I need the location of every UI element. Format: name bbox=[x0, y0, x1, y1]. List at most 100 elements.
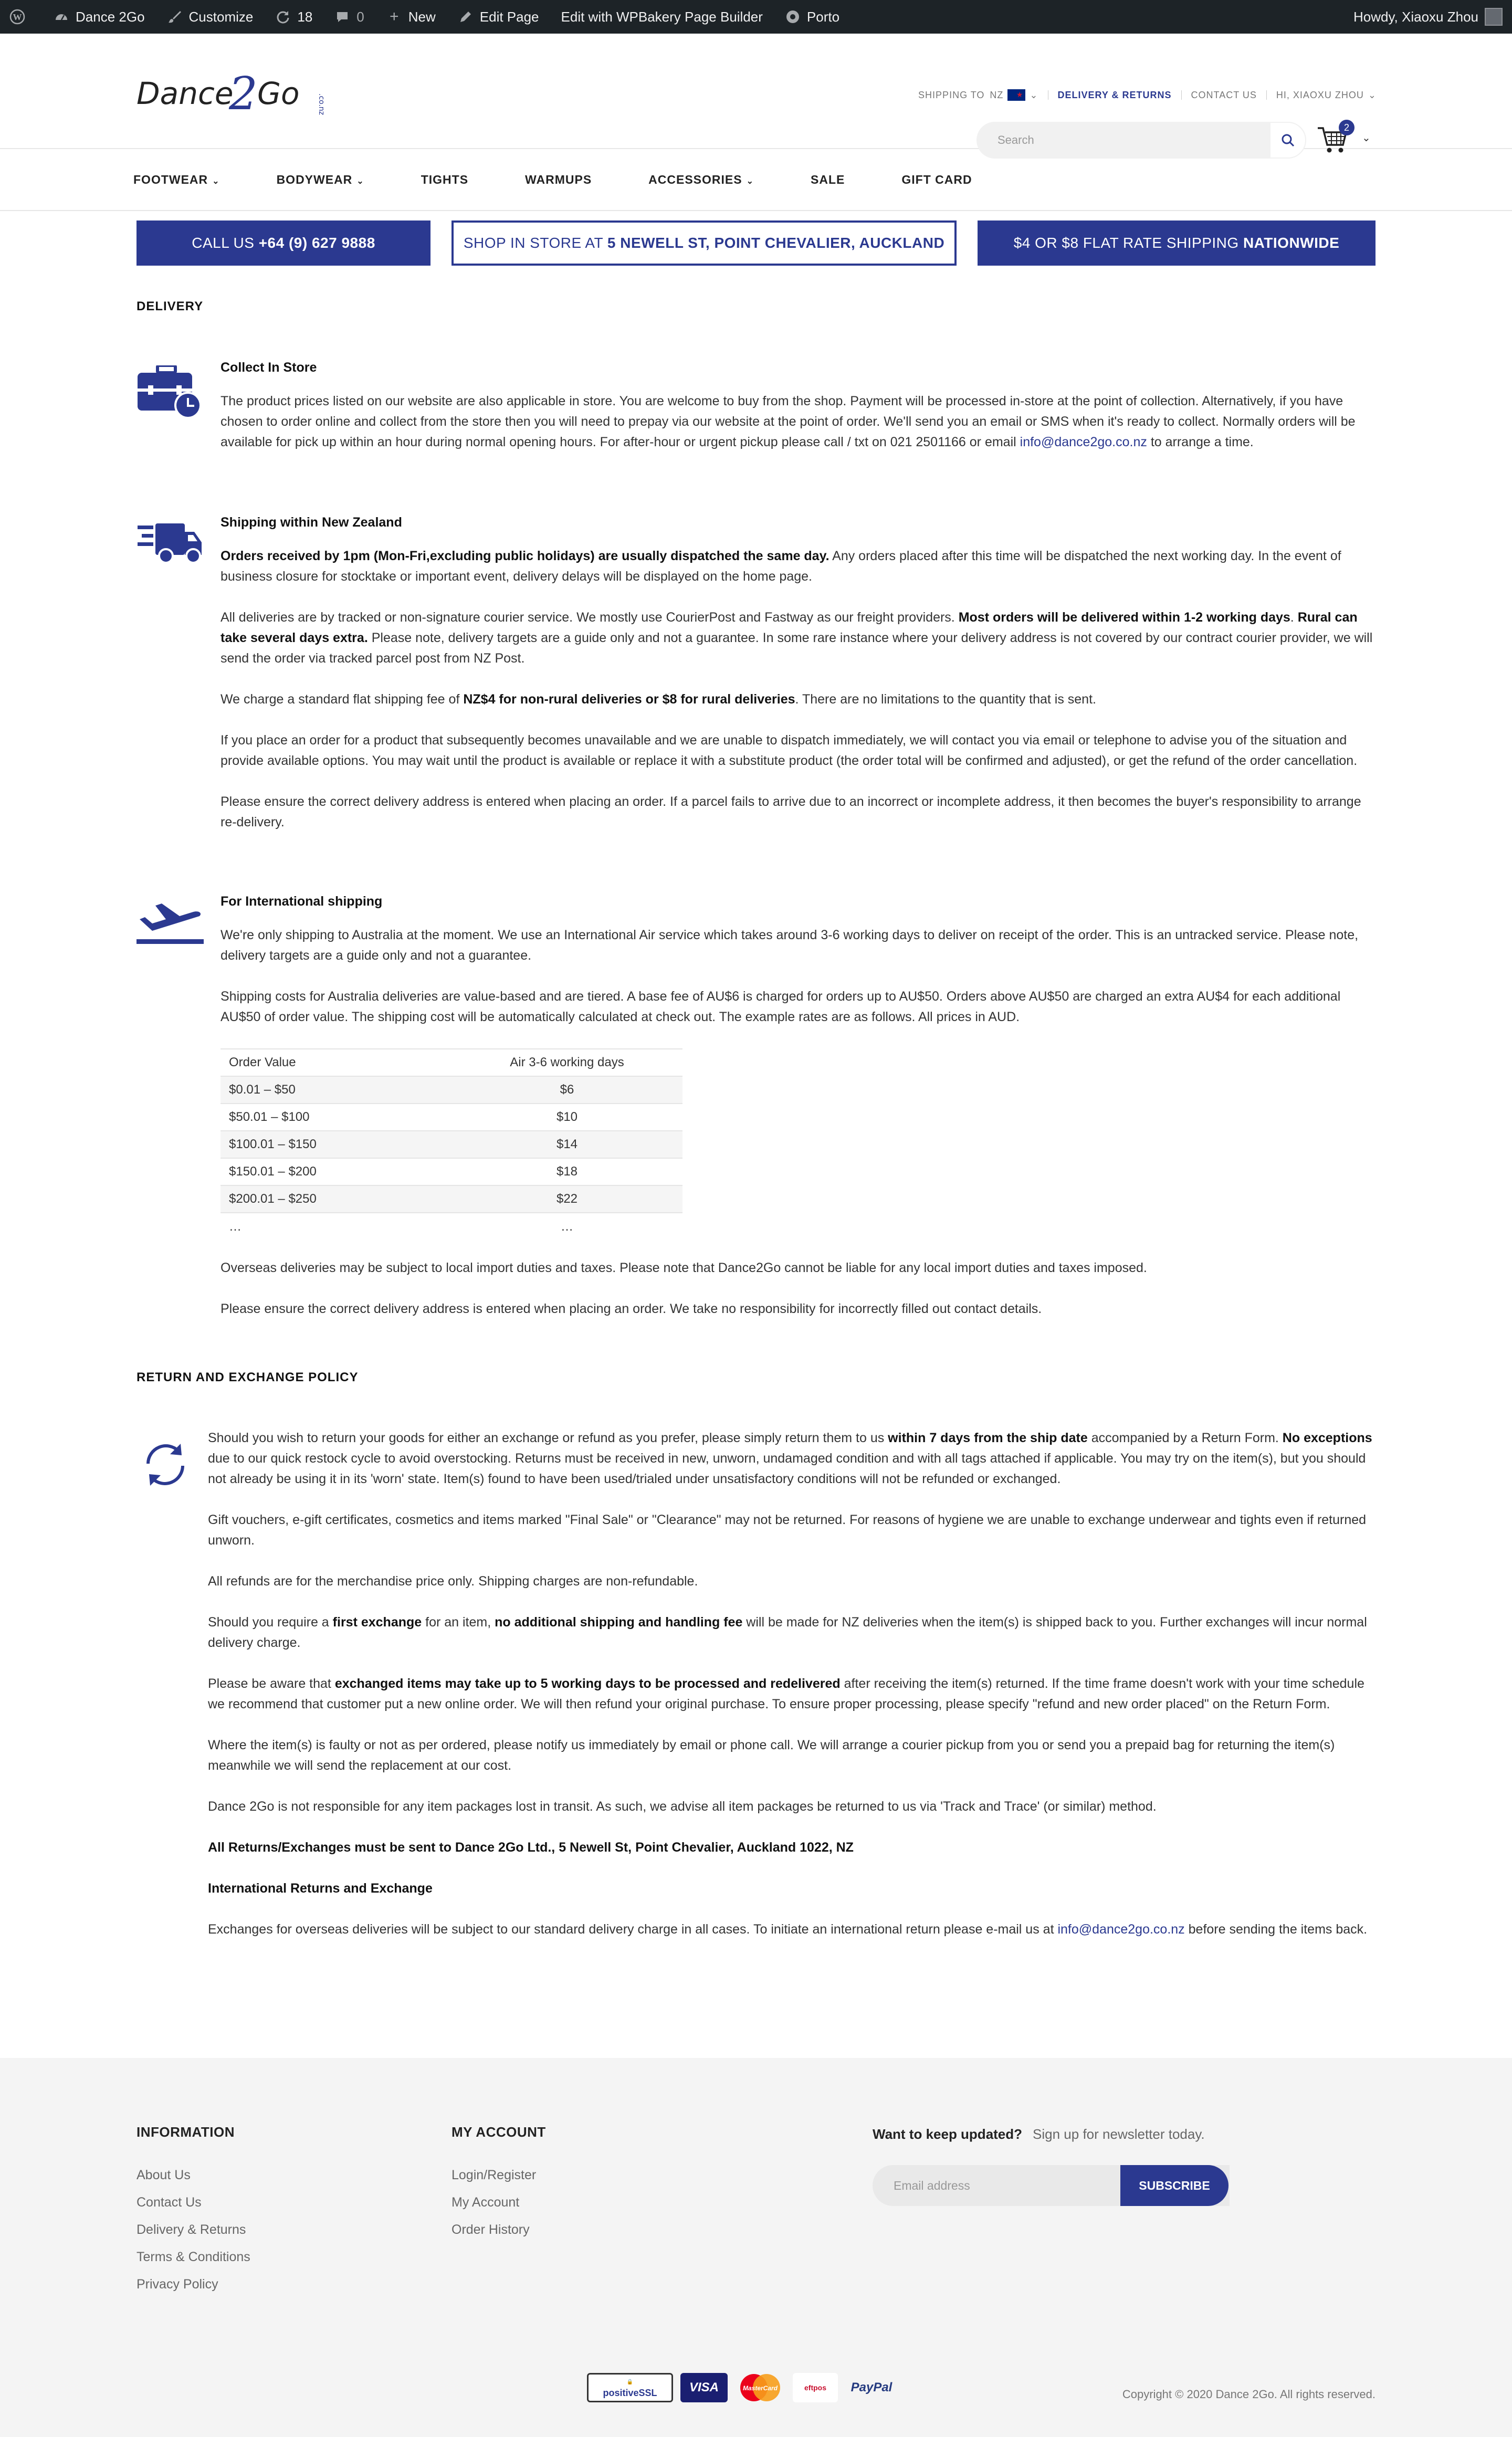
search-button[interactable] bbox=[1269, 122, 1306, 159]
footer-information: INFORMATION About Us Contact Us Delivery… bbox=[136, 2124, 250, 2298]
edit-page-link[interactable]: Edit Page bbox=[458, 9, 539, 25]
nav-warmups[interactable]: WARMUPS bbox=[525, 173, 592, 187]
nav-bodywear[interactable]: BODYWEAR ⌄ bbox=[277, 173, 364, 187]
svg-text:W: W bbox=[13, 12, 22, 22]
positivessl-badge: 🔒 positiveSSL bbox=[587, 2373, 673, 2402]
chevron-down-icon: ⌄ bbox=[1368, 89, 1377, 100]
refresh-icon bbox=[136, 1435, 205, 1493]
nz-p3: We charge a standard flat shipping fee o… bbox=[220, 689, 1376, 710]
table-cell: … bbox=[220, 1212, 452, 1240]
footer-link[interactable]: About Us bbox=[136, 2161, 250, 2189]
comments-count: 0 bbox=[356, 8, 364, 25]
returns-p9-b: before sending the items back. bbox=[1184, 1922, 1368, 1937]
nz-p2-a: All deliveries are by tracked or non-sig… bbox=[220, 610, 959, 625]
returns-p4-a: Should you require a bbox=[208, 1615, 333, 1630]
returns-p1: Should you wish to return your goods for… bbox=[208, 1428, 1376, 1489]
country-code: NZ bbox=[990, 89, 1004, 100]
nz-p2: All deliveries are by tracked or non-sig… bbox=[220, 607, 1376, 669]
footer-heading: MY ACCOUNT bbox=[452, 2124, 546, 2140]
returns-p1-c: accompanied by a Return Form. bbox=[1087, 1431, 1283, 1445]
site-header: Dance 2 Go .co.nz SHIPPING TO NZ ⌄ DELIV… bbox=[0, 34, 1512, 159]
table-cell: … bbox=[452, 1212, 682, 1240]
cart-button[interactable]: 2 ⌄ bbox=[1317, 120, 1371, 159]
delivery-heading: DELIVERY bbox=[136, 299, 204, 313]
nz-p1: Orders received by 1pm (Mon-Fri,excludin… bbox=[220, 546, 1376, 587]
nav-accessories[interactable]: ACCESSORIES ⌄ bbox=[648, 173, 754, 187]
search-icon bbox=[1282, 134, 1295, 147]
returns-p9: Exchanges for overseas deliveries will b… bbox=[208, 1919, 1376, 1940]
updates-link[interactable]: 18 bbox=[275, 9, 312, 25]
delivery-truck-icon bbox=[136, 521, 205, 579]
cart-count-badge: 2 bbox=[1339, 120, 1354, 135]
footer-link[interactable]: My Account bbox=[452, 2189, 546, 2216]
site-logo[interactable]: Dance 2 Go .co.nz bbox=[135, 68, 330, 121]
svg-text:.co.nz: .co.nz bbox=[317, 93, 326, 115]
contact-us-link[interactable]: CONTACT US bbox=[1191, 90, 1257, 101]
shop-label: SHOP IN STORE AT bbox=[463, 235, 607, 251]
shop-in-store-banner[interactable]: SHOP IN STORE AT 5 NEWELL ST, POINT CHEV… bbox=[452, 220, 957, 266]
nz-p2-c: . bbox=[1290, 610, 1298, 625]
nav-label: TIGHTS bbox=[421, 172, 469, 186]
footer-link[interactable]: Contact Us bbox=[136, 2189, 250, 2216]
new-content-link[interactable]: + New bbox=[386, 8, 436, 25]
table-header: Air 3-6 working days bbox=[452, 1048, 682, 1076]
returns-p9-a: Exchanges for overseas deliveries will b… bbox=[208, 1922, 1058, 1937]
call-us-banner[interactable]: CALL US +64 (9) 627 9888 bbox=[136, 220, 430, 266]
nz-p1-bold: Orders received by 1pm (Mon-Fri,excludin… bbox=[220, 549, 830, 563]
nav-label: ACCESSORIES bbox=[648, 172, 742, 186]
intl-title: For International shipping bbox=[220, 894, 383, 909]
subscribe-button[interactable]: SUBSCRIBE bbox=[1120, 2165, 1228, 2206]
email-link[interactable]: info@dance2go.co.nz bbox=[1020, 435, 1147, 449]
wordpress-menu[interactable]: W bbox=[9, 9, 32, 25]
table-cell: $100.01 – $150 bbox=[220, 1130, 452, 1158]
email-link[interactable]: info@dance2go.co.nz bbox=[1057, 1922, 1184, 1937]
nav-gift-card[interactable]: GIFT CARD bbox=[901, 173, 972, 187]
rates-table: Order Value Air 3-6 working days $0.01 –… bbox=[220, 1048, 682, 1240]
country-selector[interactable]: NZ ⌄ bbox=[990, 89, 1038, 101]
store-address: 5 NEWELL ST, POINT CHEVALIER, AUCKLAND bbox=[607, 235, 945, 251]
customize-link[interactable]: Customize bbox=[167, 9, 253, 25]
footer-link[interactable]: Privacy Policy bbox=[136, 2271, 250, 2298]
footer-link[interactable]: Login/Register bbox=[452, 2161, 546, 2189]
nav-tights[interactable]: TIGHTS bbox=[421, 173, 468, 187]
nav-sale[interactable]: SALE bbox=[811, 173, 845, 187]
shipping-banner[interactable]: $4 OR $8 FLAT RATE SHIPPING NATIONWIDE bbox=[978, 220, 1376, 266]
search-input[interactable]: Search bbox=[976, 122, 1306, 159]
comments-link[interactable]: 0 bbox=[334, 9, 364, 25]
theme-link[interactable]: Porto bbox=[785, 9, 839, 25]
delivery-returns-link[interactable]: DELIVERY & RETURNS bbox=[1058, 90, 1172, 101]
footer-link[interactable]: Terms & Conditions bbox=[136, 2243, 250, 2271]
wpbakery-link[interactable]: Edit with WPBakery Page Builder bbox=[561, 9, 763, 25]
wpbakery-label: Edit with WPBakery Page Builder bbox=[561, 8, 763, 25]
my-account-menu[interactable]: Howdy, Xiaoxu Zhou bbox=[1353, 8, 1503, 26]
returns-heading: RETURN AND EXCHANGE POLICY bbox=[136, 1370, 359, 1384]
returns-p1-e: due to our quick restock cycle to avoid … bbox=[208, 1451, 1366, 1486]
intl-p3: Overseas deliveries may be subject to lo… bbox=[220, 1260, 1147, 1275]
table-cell: $10 bbox=[452, 1103, 682, 1131]
call-us-label: CALL US bbox=[192, 235, 259, 251]
new-label: New bbox=[408, 8, 436, 25]
theme-icon bbox=[785, 9, 801, 25]
phone-number: +64 (9) 627 9888 bbox=[258, 235, 375, 251]
site-name-link[interactable]: Dance 2Go bbox=[54, 9, 145, 25]
footer-link[interactable]: Order History bbox=[452, 2216, 546, 2243]
collect-text: The product prices listed on our website… bbox=[220, 391, 1376, 453]
chevron-down-icon: ⌄ bbox=[1030, 89, 1038, 100]
table-cell: $200.01 – $250 bbox=[220, 1185, 452, 1213]
top-links: SHIPPING TO NZ ⌄ DELIVERY & RETURNS CONT… bbox=[918, 89, 1377, 101]
footer-link[interactable]: Delivery & Returns bbox=[136, 2216, 250, 2243]
returns-p4: Should you require a first exchange for … bbox=[208, 1612, 1376, 1653]
table-header: Order Value bbox=[220, 1048, 452, 1076]
returns-p3: All refunds are for the merchandise pric… bbox=[208, 1574, 698, 1589]
nz-p2-e: Please note, delivery targets are a guid… bbox=[220, 631, 1373, 666]
table-cell: $6 bbox=[452, 1076, 682, 1104]
chevron-down-icon: ⌄ bbox=[212, 176, 220, 186]
search-placeholder: Search bbox=[998, 133, 1034, 146]
svg-text:Go: Go bbox=[257, 76, 299, 111]
paypal-icon: PayPal bbox=[850, 2380, 892, 2394]
dashboard-icon bbox=[54, 9, 69, 25]
returns-p4-d: no additional shipping and handling fee bbox=[495, 1615, 743, 1630]
nav-footwear[interactable]: FOOTWEAR ⌄ bbox=[133, 173, 220, 187]
howdy-text: Howdy, Xiaoxu Zhou bbox=[1353, 8, 1478, 25]
user-menu[interactable]: HI, XIAOXU ZHOU ⌄ bbox=[1276, 90, 1377, 101]
